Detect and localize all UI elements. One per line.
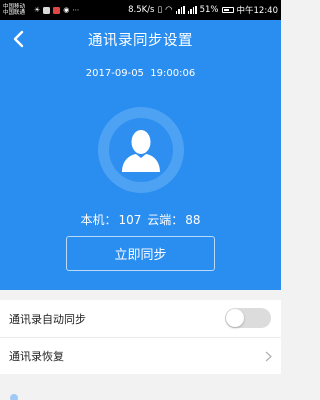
carrier-bottom: 中国联通: [3, 10, 26, 16]
page-title: 通讯录同步设置: [88, 32, 193, 49]
avatar: [98, 107, 184, 193]
sun-icon: ☀: [34, 6, 41, 14]
partial-list-icon: [10, 394, 18, 400]
battery-percent: 51%: [199, 5, 219, 15]
qq-icon: ◉: [63, 6, 70, 14]
chevron-left-icon: [13, 30, 24, 48]
toggle-knob: [226, 309, 244, 327]
chevron-right-icon: [265, 351, 272, 362]
signal-icon: [175, 6, 185, 14]
notification-icons: ☀ ◉ ⋯: [34, 6, 79, 14]
user-silhouette-icon: [122, 130, 160, 172]
back-button[interactable]: [6, 27, 30, 51]
battery-icon: [221, 7, 234, 13]
system-status: 8.5K/s ▯ ◠ 51% 中午12:40: [128, 4, 278, 16]
wifi-icon: ◠: [165, 5, 173, 15]
app-notification-icon: [43, 6, 51, 14]
signal-2-icon: [187, 6, 197, 14]
settings-list: 通讯录自动同步 通讯录恢复: [0, 300, 281, 374]
network-speed: 8.5K/s: [128, 5, 155, 15]
sync-now-button[interactable]: 立即同步: [66, 236, 215, 271]
vibrate-icon: ▯: [157, 5, 163, 15]
last-sync-time: 2017-09-05 19:00:06: [85, 68, 196, 79]
local-count: 107: [118, 213, 142, 227]
cloud-label: 云端：: [147, 213, 184, 227]
sync-header-panel: 通讯录同步设置 2017-09-05 19:00:06 本机： 107 云端： 88…: [0, 20, 281, 290]
auto-sync-row[interactable]: 通讯录自动同步: [0, 300, 281, 337]
auto-sync-label: 通讯录自动同步: [9, 312, 86, 326]
nav-bar: 通讯录同步设置: [0, 20, 281, 58]
red-app-icon: [53, 6, 61, 14]
cloud-count: 88: [185, 213, 201, 227]
local-label: 本机：: [80, 213, 117, 227]
carrier-names: 中国移动 中国联通: [3, 4, 31, 17]
restore-label: 通讯录恢复: [9, 350, 64, 363]
contact-counts: 本机： 107 云端： 88: [0, 211, 281, 228]
clock: 中午12:40: [236, 6, 279, 16]
status-bar: 中国移动 中国联通 ☀ ◉ ⋯ 8.5K/s ▯ ◠ 51% 中午12:40: [0, 0, 281, 20]
auto-sync-toggle[interactable]: [225, 308, 271, 328]
more-dots-icon: ⋯: [72, 6, 80, 14]
avatar-circle: [109, 118, 173, 182]
restore-row[interactable]: 通讯录恢复: [0, 337, 281, 374]
